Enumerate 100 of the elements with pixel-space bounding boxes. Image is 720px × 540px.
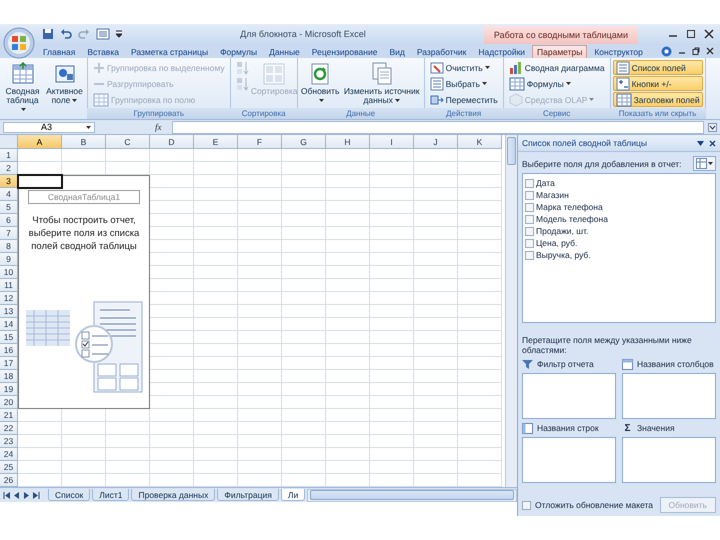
field-name[interactable]: Продажи, шт. xyxy=(536,226,588,236)
sheet-tab[interactable]: Проверка данных xyxy=(131,489,216,501)
row-header[interactable]: 24 xyxy=(0,448,18,461)
ribbon-tab[interactable]: Вид xyxy=(384,45,410,58)
vertical-scrollbar[interactable] xyxy=(505,135,517,487)
expand-icon[interactable] xyxy=(708,122,717,132)
checkbox[interactable] xyxy=(525,238,534,248)
column-header[interactable]: K xyxy=(458,135,502,149)
row-header[interactable]: 22 xyxy=(0,422,18,435)
ribbon-tab[interactable]: Данные xyxy=(264,45,305,58)
row-header[interactable]: 6 xyxy=(0,214,18,227)
row-header[interactable]: 12 xyxy=(0,292,18,305)
undo-icon[interactable] xyxy=(60,28,72,40)
name-box[interactable]: A3 xyxy=(3,122,95,132)
column-header[interactable]: F xyxy=(238,135,282,149)
form-icon[interactable] xyxy=(96,28,110,40)
row-header[interactable]: 3 xyxy=(0,175,18,188)
ribbon-tab[interactable]: Главная xyxy=(38,45,80,58)
row-header[interactable]: 10 xyxy=(0,266,18,279)
checkbox[interactable] xyxy=(525,214,534,224)
customize-icon[interactable] xyxy=(116,30,122,38)
ribbon-tab[interactable]: Рецензирование xyxy=(306,45,382,58)
ribbon-button[interactable]: Формулы xyxy=(506,76,608,91)
previous-sheet-icon[interactable] xyxy=(13,492,20,498)
row-header[interactable]: 18 xyxy=(0,370,18,383)
checkbox[interactable] xyxy=(525,202,534,212)
field-name[interactable]: Дата xyxy=(536,178,555,188)
ribbon-tab[interactable]: Конструктор xyxy=(589,45,648,58)
redo-icon[interactable] xyxy=(78,28,90,40)
row-header[interactable]: 7 xyxy=(0,227,18,240)
ribbon-button[interactable]: Выбрать xyxy=(426,76,501,91)
function-button[interactable]: fx xyxy=(149,122,168,132)
layout-button[interactable] xyxy=(693,156,716,171)
formula-field[interactable] xyxy=(172,120,704,134)
drop-area[interactable] xyxy=(522,437,616,483)
column-header[interactable]: H xyxy=(326,135,370,149)
row-header[interactable]: 1 xyxy=(0,149,18,162)
field-name[interactable]: Магазин xyxy=(536,190,569,200)
sheet-tab[interactable]: Фильтрация xyxy=(217,489,279,501)
ribbon-button[interactable]: Сводная таблица xyxy=(2,60,43,116)
horizontal-scrollbar[interactable] xyxy=(307,488,517,502)
row-header[interactable]: 14 xyxy=(0,318,18,331)
sheet-tab[interactable]: Список xyxy=(48,489,90,501)
ribbon-button[interactable]: Переместить xyxy=(426,92,501,107)
row-header[interactable]: 17 xyxy=(0,357,18,370)
ribbon-button[interactable]: Активное поле xyxy=(44,60,85,107)
ribbon-button[interactable]: Сводная диаграмма xyxy=(506,60,608,75)
first-sheet-icon[interactable] xyxy=(3,492,10,498)
row-header[interactable]: 25 xyxy=(0,461,18,474)
checkbox[interactable] xyxy=(522,500,531,510)
column-header[interactable]: I xyxy=(370,135,414,149)
column-header[interactable]: G xyxy=(282,135,326,149)
row-header[interactable]: 9 xyxy=(0,253,18,266)
column-header[interactable]: C xyxy=(106,135,150,149)
ribbon-button[interactable]: Очистить xyxy=(426,60,501,75)
dropdown-icon[interactable] xyxy=(697,140,704,146)
field-name[interactable]: Марка телефона xyxy=(536,202,603,212)
checkbox[interactable] xyxy=(525,226,534,236)
row-header[interactable]: 23 xyxy=(0,435,18,448)
ribbon-button[interactable]: Заголовки полей xyxy=(612,92,703,107)
field-name[interactable]: Модель телефона xyxy=(536,214,608,224)
row-header[interactable]: 13 xyxy=(0,305,18,318)
row-header[interactable]: 16 xyxy=(0,344,18,357)
row-header[interactable]: 4 xyxy=(0,188,18,201)
checkbox[interactable] xyxy=(525,178,534,188)
row-header[interactable]: 21 xyxy=(0,409,18,422)
maximize-icon[interactable] xyxy=(686,29,696,39)
sheet-tab[interactable]: Ли xyxy=(280,489,306,501)
row-header[interactable]: 15 xyxy=(0,331,18,344)
checkbox[interactable] xyxy=(525,250,534,260)
field-name[interactable]: Цена, руб. xyxy=(536,238,578,248)
close-icon[interactable] xyxy=(709,140,716,146)
column-header[interactable]: A xyxy=(18,135,62,149)
ribbon-button[interactable]: Список полей xyxy=(612,60,703,75)
row-header[interactable]: 26 xyxy=(0,474,18,487)
checkbox-label[interactable]: Отложить обновление макета xyxy=(535,500,656,510)
column-header[interactable]: B xyxy=(62,135,106,149)
ribbon-tab[interactable]: Формулы xyxy=(215,45,262,58)
drop-area[interactable] xyxy=(622,437,716,483)
ribbon-button[interactable]: Изменить источник данных xyxy=(342,60,422,107)
ribbon-tab[interactable]: Разметка страницы xyxy=(126,45,214,58)
ribbon-tab[interactable]: Надстройки xyxy=(473,45,530,58)
ribbon-tab[interactable]: Разработчик xyxy=(412,45,472,58)
drop-area[interactable] xyxy=(622,373,716,419)
save-icon[interactable] xyxy=(42,28,54,40)
next-sheet-icon[interactable] xyxy=(23,492,30,498)
drop-area[interactable] xyxy=(522,373,616,419)
checkbox[interactable] xyxy=(525,190,534,200)
help-icon[interactable] xyxy=(661,46,672,56)
column-header[interactable]: D xyxy=(150,135,194,149)
row-header[interactable]: 19 xyxy=(0,383,18,396)
ribbon-tab[interactable]: Параметры xyxy=(532,45,588,58)
row-header[interactable]: 20 xyxy=(0,396,18,409)
column-header[interactable]: E xyxy=(194,135,238,149)
column-header[interactable]: J xyxy=(414,135,458,149)
last-sheet-icon[interactable] xyxy=(33,492,40,498)
restore-icon[interactable] xyxy=(692,47,700,55)
close-icon[interactable] xyxy=(704,29,714,39)
ribbon-tab[interactable]: Вставка xyxy=(82,45,124,58)
sheet-tab[interactable]: Лист1 xyxy=(92,489,130,501)
